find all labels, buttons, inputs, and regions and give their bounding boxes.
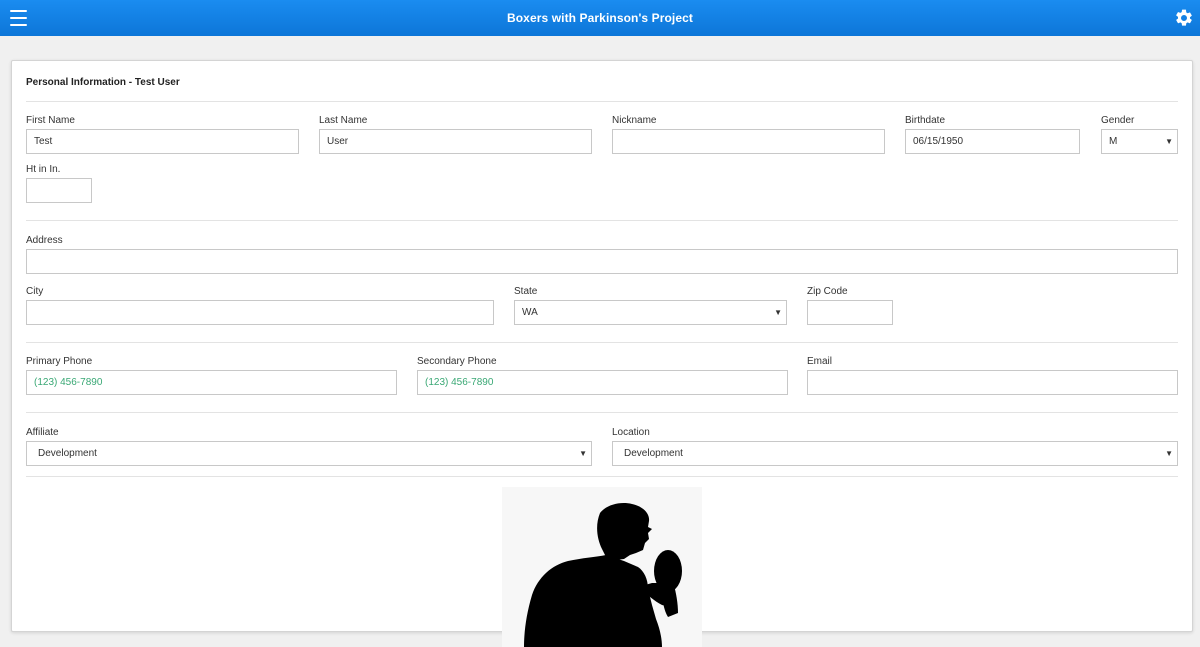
affiliate-select[interactable]: Development ▼ xyxy=(26,441,592,466)
location-value: Development xyxy=(624,448,683,459)
gender-label: Gender xyxy=(1101,115,1135,126)
gender-select[interactable]: M ▼ xyxy=(1101,129,1178,154)
state-value: WA xyxy=(522,307,538,318)
secondary-phone-label: Secondary Phone xyxy=(417,356,497,367)
state-label: State xyxy=(514,286,538,297)
chevron-down-icon: ▼ xyxy=(1165,137,1173,146)
primary-phone-input[interactable]: (123) 456-7890 xyxy=(26,370,397,395)
app-title: Boxers with Parkinson's Project xyxy=(506,11,693,25)
location-select[interactable]: Development ▼ xyxy=(612,441,1178,466)
affiliate-value: Development xyxy=(38,448,97,459)
address-label: Address xyxy=(26,235,63,246)
email-input[interactable] xyxy=(807,370,1178,395)
personal-info-card: Personal Information - Test User First N… xyxy=(11,60,1193,647)
state-select[interactable]: WA ▼ xyxy=(514,300,787,325)
secondary-phone-input[interactable]: (123) 456-7890 xyxy=(417,370,788,395)
birthdate-input[interactable]: 06/15/1950 xyxy=(905,129,1080,154)
city-label: City xyxy=(26,286,44,297)
chevron-down-icon: ▼ xyxy=(1165,449,1173,458)
chevron-down-icon: ▼ xyxy=(774,308,782,317)
height-input[interactable] xyxy=(26,178,92,203)
email-label: Email xyxy=(807,356,833,367)
last-name-input[interactable]: User xyxy=(319,129,592,154)
birthdate-label: Birthdate xyxy=(905,115,946,126)
affiliate-label: Affiliate xyxy=(26,427,59,438)
nickname-label: Nickname xyxy=(612,115,657,126)
gender-value: M xyxy=(1109,136,1118,147)
primary-phone-label: Primary Phone xyxy=(26,356,93,367)
zip-label: Zip Code xyxy=(807,286,848,297)
location-label: Location xyxy=(612,427,650,438)
divider xyxy=(26,101,1178,102)
app-header: Boxers with Parkinson's Project xyxy=(0,0,1200,36)
divider xyxy=(26,342,1178,343)
last-name-label: Last Name xyxy=(319,115,368,126)
first-name-input[interactable]: Test xyxy=(26,129,299,154)
divider xyxy=(26,476,1178,477)
divider xyxy=(26,220,1178,221)
boxer-silhouette-icon xyxy=(502,487,702,647)
chevron-down-icon: ▼ xyxy=(579,449,587,458)
height-label: Ht in In. xyxy=(26,164,61,175)
address-input[interactable] xyxy=(26,249,1178,274)
gear-icon[interactable] xyxy=(1174,8,1194,28)
divider xyxy=(26,412,1178,413)
city-input[interactable] xyxy=(26,300,494,325)
card-title: Personal Information - Test User xyxy=(26,77,180,88)
nickname-input[interactable] xyxy=(612,129,885,154)
zip-input[interactable] xyxy=(807,300,893,325)
first-name-label: First Name xyxy=(26,115,75,126)
